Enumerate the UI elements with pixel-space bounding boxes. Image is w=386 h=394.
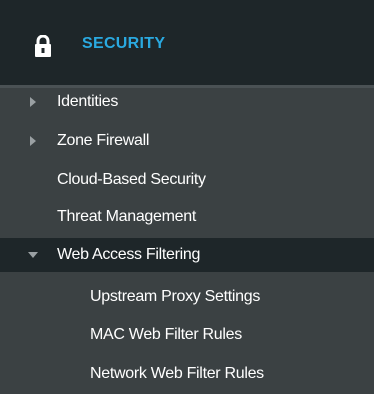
sidebar-item-label: Upstream Proxy Settings: [90, 288, 261, 305]
security-nav: SECURITY Identities Zone Firewall Cloud-…: [0, 0, 374, 394]
sidebar-item-label: Cloud-Based Security: [57, 171, 206, 188]
sidebar-item-label: Identities: [57, 93, 119, 110]
section-header-security[interactable]: SECURITY: [0, 0, 374, 85]
chevron-right-icon: [30, 97, 36, 107]
sidebar-item-label: Web Access Filtering: [57, 246, 201, 263]
chevron-down-icon: [28, 252, 38, 258]
sidebar-item-zone-firewall[interactable]: Zone Firewall: [0, 124, 374, 158]
sidebar-item-cloud-based-security[interactable]: Cloud-Based Security: [0, 163, 374, 197]
sidebar-item-label: Threat Management: [57, 208, 196, 225]
chevron-right-icon: [30, 136, 36, 146]
sidebar-item-upstream-proxy-settings[interactable]: Upstream Proxy Settings: [0, 280, 374, 314]
sidebar-item-identities[interactable]: Identities: [0, 85, 374, 119]
sidebar-item-label: Network Web Filter Rules: [90, 365, 264, 382]
sidebar-item-web-access-filtering[interactable]: Web Access Filtering: [0, 238, 374, 272]
sidebar-item-label: Zone Firewall: [57, 132, 150, 149]
lock-icon: [35, 35, 51, 57]
sidebar-item-network-web-filter-rules[interactable]: Network Web Filter Rules: [0, 357, 374, 391]
sidebar-item-mac-web-filter-rules[interactable]: MAC Web Filter Rules: [0, 318, 374, 352]
sidebar-item-threat-management[interactable]: Threat Management: [0, 200, 374, 234]
section-title: SECURITY: [82, 35, 166, 52]
sidebar-item-label: MAC Web Filter Rules: [90, 326, 242, 343]
